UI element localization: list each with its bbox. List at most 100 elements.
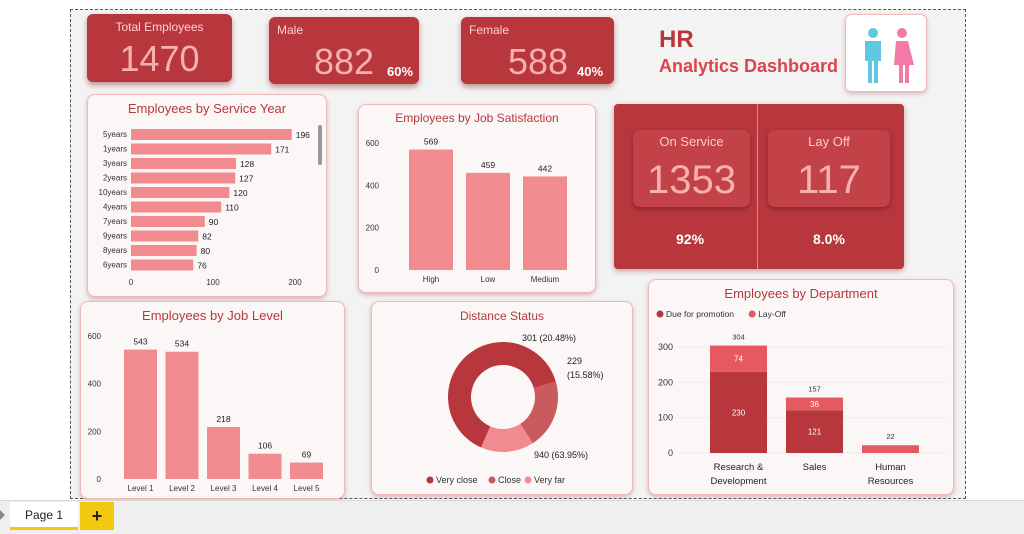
distance-legend-label: Very far xyxy=(534,475,565,485)
joblevel-x-tick: Level 3 xyxy=(211,484,237,493)
department-stacked-bar-chart: Due for promotion Lay-Off 0 100 200 300 230 74 3… xyxy=(656,309,945,487)
kpi-total-value: 1470 xyxy=(119,38,200,79)
joblevel-bar xyxy=(124,349,157,479)
satisfaction-y-tick: 600 xyxy=(366,139,380,148)
service-x-tick: 100 xyxy=(206,278,220,287)
department-inner-label: 121 xyxy=(808,428,822,437)
satisfaction-data-label: 569 xyxy=(424,137,438,147)
satisfaction-data-label: 442 xyxy=(538,163,552,173)
joblevel-x-tick: Level 4 xyxy=(252,484,278,493)
chart-job-level[interactable]: Employees by Job Level 0 200 400 600 543 Leve… xyxy=(80,301,345,499)
department-legend-label: Lay-Off xyxy=(758,309,786,319)
service-divider xyxy=(757,104,758,269)
gender-icon-card xyxy=(845,14,927,92)
service-data-label: 76 xyxy=(197,261,207,271)
service-data-label: 120 xyxy=(233,188,247,198)
department-legend-label: Due for promotion xyxy=(666,309,734,319)
distance-legend-dot xyxy=(426,476,434,484)
joblevel-bar xyxy=(290,462,323,479)
chart-department-title: Employees by Department xyxy=(724,286,878,301)
kpi-female-value: 588 xyxy=(508,41,569,82)
satisfaction-bar xyxy=(523,176,567,270)
title-line2: Analytics Dashboard xyxy=(659,56,839,76)
page-tab-bar xyxy=(0,500,1024,534)
service-category-label: 1years xyxy=(103,145,127,154)
service-year-bar-chart: 5years 196 1years 171 3years 128 2years 127 10ye… xyxy=(99,125,322,287)
service-category-label: 5years xyxy=(103,130,127,139)
joblevel-data-label: 218 xyxy=(216,414,230,424)
joblevel-y-tick: 0 xyxy=(97,475,102,484)
chart-joblevel-title: Employees by Job Level xyxy=(142,308,283,323)
satisfaction-bar xyxy=(466,172,510,270)
distance-label-close: 301 (20.48%) xyxy=(522,333,576,343)
service-bar xyxy=(131,143,272,155)
joblevel-bar xyxy=(248,453,282,479)
lay-off-pct: 8.0% xyxy=(813,231,845,247)
service-bar xyxy=(131,158,236,169)
chart-department[interactable]: Employees by Department Due for promotio… xyxy=(648,279,954,495)
service-bar xyxy=(131,230,199,242)
joblevel-data-label: 106 xyxy=(258,441,272,451)
distance-legend-label: Very close xyxy=(436,475,478,485)
on-service-label: On Service xyxy=(659,134,724,149)
joblevel-x-tick: Level 1 xyxy=(128,484,154,493)
on-service-value: 1353 xyxy=(647,158,736,202)
joblevel-y-tick: 400 xyxy=(88,380,102,389)
joblevel-x-tick: Level 5 xyxy=(294,484,320,493)
joblevel-data-label: 543 xyxy=(133,337,147,347)
chart-distance-status[interactable]: Distance Status 301 (20.48%) 229 (15.58%) 9… xyxy=(371,301,633,495)
joblevel-bar xyxy=(207,427,240,479)
on-service-card[interactable]: On Service 1353 xyxy=(633,130,750,207)
service-category-label: 8years xyxy=(103,246,127,255)
department-bar-segment xyxy=(862,445,919,453)
male-female-icon xyxy=(865,28,914,83)
lay-off-card[interactable]: Lay Off 117 xyxy=(768,130,890,207)
department-total-label: 157 xyxy=(808,385,821,394)
department-inner-label: 74 xyxy=(734,355,743,364)
distance-label-veryclose: 940 (63.95%) xyxy=(534,450,588,460)
on-service-pct: 92% xyxy=(676,231,705,247)
service-bar xyxy=(131,216,205,227)
department-legend-dot xyxy=(656,310,664,318)
department-y-tick: 300 xyxy=(658,342,673,352)
job-level-bar-chart: 0 200 400 600 543 Level 1 534 Level 2 218 Level 3… xyxy=(88,332,323,493)
service-data-label: 80 xyxy=(201,246,211,256)
satisfaction-x-tick: Low xyxy=(481,275,496,284)
chart-job-satisfaction[interactable]: Employees by Job Satisfaction 0 200 400 600… xyxy=(358,104,596,293)
distance-legend-dot xyxy=(524,476,532,484)
department-y-tick: 0 xyxy=(668,448,673,458)
department-y-tick: 200 xyxy=(658,377,673,387)
kpi-total-employees[interactable]: Total Employees 1470 xyxy=(87,14,232,82)
tab-scroll-arrow-icon[interactable] xyxy=(0,510,5,520)
service-bar xyxy=(131,259,194,271)
chart-satisfaction-title: Employees by Job Satisfaction xyxy=(395,111,559,125)
department-total-label: 22 xyxy=(886,432,894,441)
service-bar xyxy=(131,187,230,198)
department-y-tick: 100 xyxy=(658,413,673,423)
add-page-button[interactable]: + xyxy=(80,502,114,530)
kpi-female[interactable]: Female 588 40% xyxy=(461,17,614,84)
satisfaction-bar xyxy=(409,149,453,270)
satisfaction-x-tick: Medium xyxy=(531,275,560,284)
department-x-tick: Resources xyxy=(868,476,914,487)
service-category-label: 4years xyxy=(103,203,127,212)
service-scrollbar xyxy=(318,125,322,165)
joblevel-data-label: 69 xyxy=(302,450,312,460)
kpi-male-pct: 60% xyxy=(387,64,414,79)
kpi-male[interactable]: Male 882 60% xyxy=(269,17,419,84)
service-category-label: 3years xyxy=(103,159,127,168)
kpi-male-value: 882 xyxy=(314,41,375,82)
kpi-female-pct: 40% xyxy=(577,64,604,79)
tab-page-1[interactable]: Page 1 xyxy=(10,502,78,530)
department-inner-label: 36 xyxy=(810,400,819,409)
service-panel: On Service 1353 92% Lay Off 117 8.0% xyxy=(614,104,904,269)
joblevel-y-tick: 600 xyxy=(88,332,102,341)
service-data-label: 196 xyxy=(296,130,310,140)
service-category-label: 9years xyxy=(103,232,127,241)
distance-label-veryfar-1: 229 xyxy=(567,356,582,366)
title-line1: HR xyxy=(659,26,694,53)
chart-service-year[interactable]: Employees by Service Year 5years 196 1year… xyxy=(87,94,327,297)
service-data-label: 82 xyxy=(202,232,212,242)
service-data-label: 127 xyxy=(239,174,253,184)
service-bar xyxy=(131,245,197,256)
